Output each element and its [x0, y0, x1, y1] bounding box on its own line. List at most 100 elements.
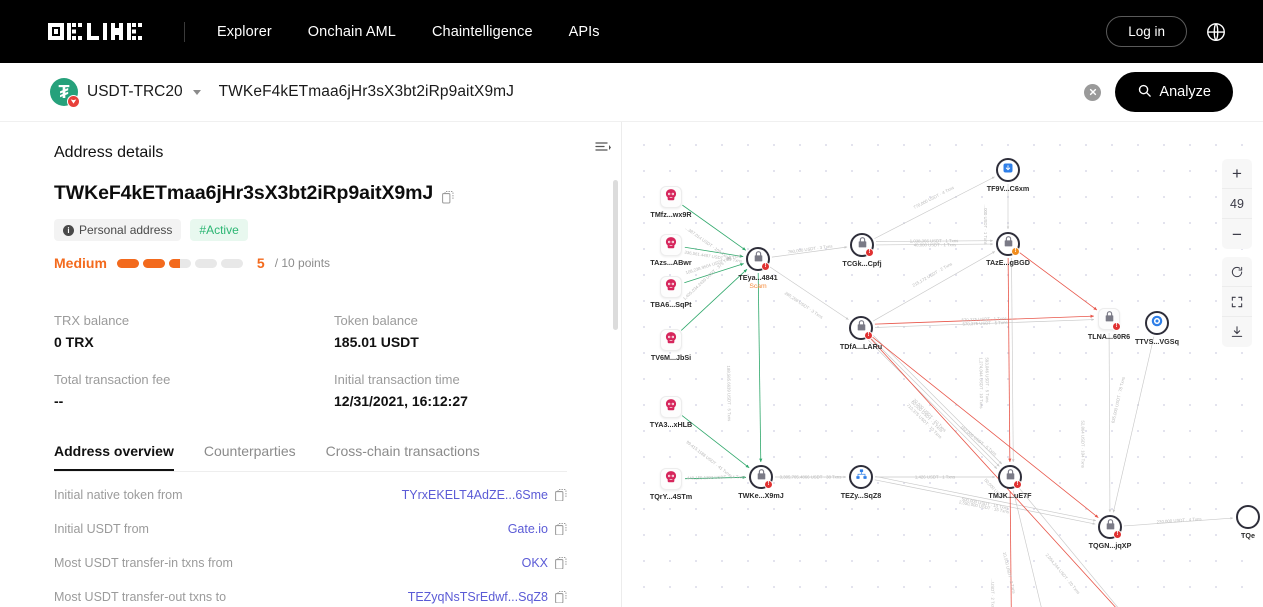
- graph-node-body[interactable]: !: [849, 316, 873, 340]
- left-panel-scrollbar[interactable]: [613, 152, 618, 592]
- skull-icon: [664, 236, 678, 255]
- analyze-label: Analyze: [1159, 84, 1211, 100]
- nav-link-chaintelligence[interactable]: Chaintelligence: [432, 24, 533, 40]
- minus-icon[interactable]: −: [1222, 219, 1252, 249]
- graph-node[interactable]: TQe: [1236, 505, 1260, 540]
- globe-icon[interactable]: [1205, 21, 1227, 43]
- tab-address-overview[interactable]: Address overview: [54, 443, 174, 471]
- graph-edge[interactable]: [1007, 257, 1012, 463]
- graph-edge[interactable]: [868, 340, 998, 470]
- graph-node-body[interactable]: !: [998, 465, 1022, 489]
- graph-node[interactable]: TQrY...4STm: [650, 468, 692, 501]
- close-icon[interactable]: [1084, 83, 1102, 101]
- graph-node[interactable]: ! TDfA...LARu: [840, 316, 882, 351]
- graph-node[interactable]: TBA6...SqPt: [650, 276, 692, 309]
- graph-edge[interactable]: [1108, 332, 1112, 513]
- scrollbar-thumb[interactable]: [613, 180, 618, 330]
- graph-node-body[interactable]: [660, 276, 682, 298]
- graph-node[interactable]: TAzs...ABwr: [650, 234, 692, 267]
- transaction-graph[interactable]: ...387,014 USDT · 109 Txns 336,561.4487 U…: [623, 122, 1263, 607]
- copy-icon[interactable]: [555, 556, 567, 570]
- graph-edge[interactable]: [682, 204, 747, 251]
- graph-node-body[interactable]: !: [1098, 515, 1122, 539]
- graph-node[interactable]: ! TWKe...X9mJ: [738, 465, 784, 500]
- graph-edge[interactable]: [1112, 336, 1155, 513]
- graph-node-label: TQrY...4STm: [649, 492, 693, 501]
- graph-edge[interactable]: [874, 176, 995, 239]
- graph-node-body[interactable]: !: [749, 465, 773, 489]
- overview-value[interactable]: TEZyqNsTSrEdwf...SqZ8: [408, 590, 567, 604]
- graph-edge[interactable]: [1009, 490, 1012, 607]
- graph-node[interactable]: ! TEya...4841 Scam: [738, 247, 778, 290]
- graph-edge[interactable]: [874, 318, 1095, 328]
- chain-selector[interactable]: ₮ USDT-TRC20: [50, 78, 201, 108]
- graph-edge[interactable]: [870, 337, 1000, 467]
- search-input-value[interactable]: TWKeF4kETmaa6jHr3sX3bt2iRp9aitX9mJ: [219, 83, 514, 101]
- graph-edge[interactable]: [871, 336, 1099, 518]
- overview-value[interactable]: OKX: [522, 556, 567, 570]
- graph-edge[interactable]: [1011, 257, 1015, 463]
- overview-value[interactable]: TYrxEKELT4AdZE...6Sme: [402, 488, 567, 502]
- graph-node[interactable]: ! TMJK...uE7F: [988, 465, 1032, 500]
- graph-node[interactable]: ! TAzE...gBGD: [986, 232, 1030, 267]
- nav-link-apis[interactable]: APIs: [569, 24, 600, 40]
- plus-icon[interactable]: +: [1222, 159, 1252, 189]
- graph-node[interactable]: TEZy...SqZ8: [841, 465, 881, 500]
- graph-edge[interactable]: [874, 479, 1096, 525]
- graph-edge[interactable]: [771, 246, 848, 258]
- copy-icon[interactable]: [555, 522, 567, 536]
- graph-edge[interactable]: [875, 239, 994, 243]
- graph-node-body[interactable]: !: [746, 247, 770, 271]
- graph-edge[interactable]: [874, 314, 1095, 325]
- collapse-panel-icon[interactable]: [595, 140, 611, 156]
- graph-node-body[interactable]: [996, 158, 1020, 182]
- graph-node[interactable]: ! TCGk...Cpfj: [842, 233, 882, 268]
- graph-edge[interactable]: [872, 251, 996, 322]
- graph-node-body[interactable]: !: [1098, 308, 1121, 331]
- refresh-icon[interactable]: [1222, 257, 1252, 287]
- chevron-down-icon[interactable]: [192, 89, 201, 95]
- graph-edge[interactable]: [1012, 490, 1043, 607]
- graph-edge[interactable]: [684, 475, 747, 480]
- graph-node-body[interactable]: [849, 465, 873, 489]
- nav-link-onchain-aml[interactable]: Onchain AML: [308, 24, 396, 40]
- download-icon[interactable]: [1222, 317, 1252, 347]
- oklink-logo[interactable]: [48, 23, 148, 41]
- nav-link-explorer[interactable]: Explorer: [217, 24, 272, 40]
- graph-node-body[interactable]: !: [850, 233, 874, 257]
- fullscreen-icon[interactable]: [1222, 287, 1252, 317]
- copy-icon[interactable]: [555, 590, 567, 604]
- graph-node-label: TEya...4841: [738, 273, 778, 282]
- graph-edge[interactable]: [873, 335, 1003, 465]
- graph-node-body[interactable]: [660, 234, 682, 256]
- graph-node[interactable]: TF9V...C6xm: [987, 158, 1029, 193]
- graph-node[interactable]: ! TLNA...60R6: [1088, 308, 1130, 341]
- tab-counterparties[interactable]: Counterparties: [204, 443, 296, 471]
- graph-edge[interactable]: [875, 476, 1097, 522]
- graph-edge[interactable]: [684, 263, 744, 284]
- tab-cross-chain-transactions[interactable]: Cross-chain transactions: [326, 443, 480, 471]
- graph-node-body[interactable]: [660, 468, 682, 490]
- graph-node[interactable]: TV6M...JbSi: [651, 329, 691, 362]
- graph-node-body[interactable]: [1145, 311, 1169, 335]
- graph-edge[interactable]: [1019, 252, 1098, 311]
- graph-edge[interactable]: [684, 246, 744, 258]
- graph-node-body[interactable]: !: [996, 232, 1020, 256]
- analyze-button[interactable]: Analyze: [1115, 72, 1233, 112]
- graph-node[interactable]: TYA3...xHLB: [650, 396, 692, 429]
- graph-edge[interactable]: [757, 272, 763, 463]
- overview-value[interactable]: Gate.io: [508, 522, 567, 536]
- graph-node[interactable]: TMfz...wx9R: [650, 186, 692, 219]
- info-icon[interactable]: i: [63, 224, 74, 236]
- copy-icon[interactable]: [442, 187, 454, 204]
- graph-edge[interactable]: [1123, 516, 1234, 527]
- graph-node-body[interactable]: [660, 329, 682, 351]
- copy-icon[interactable]: [555, 488, 567, 502]
- login-button[interactable]: Log in: [1106, 16, 1187, 47]
- graph-edge[interactable]: [875, 242, 994, 246]
- graph-node[interactable]: ! TQGN...jqXP: [1089, 515, 1131, 550]
- graph-node-body[interactable]: [660, 186, 682, 208]
- graph-edge[interactable]: [769, 266, 849, 320]
- graph-node[interactable]: TTVS...VGSq: [1135, 311, 1179, 346]
- graph-node-body[interactable]: [660, 396, 682, 418]
